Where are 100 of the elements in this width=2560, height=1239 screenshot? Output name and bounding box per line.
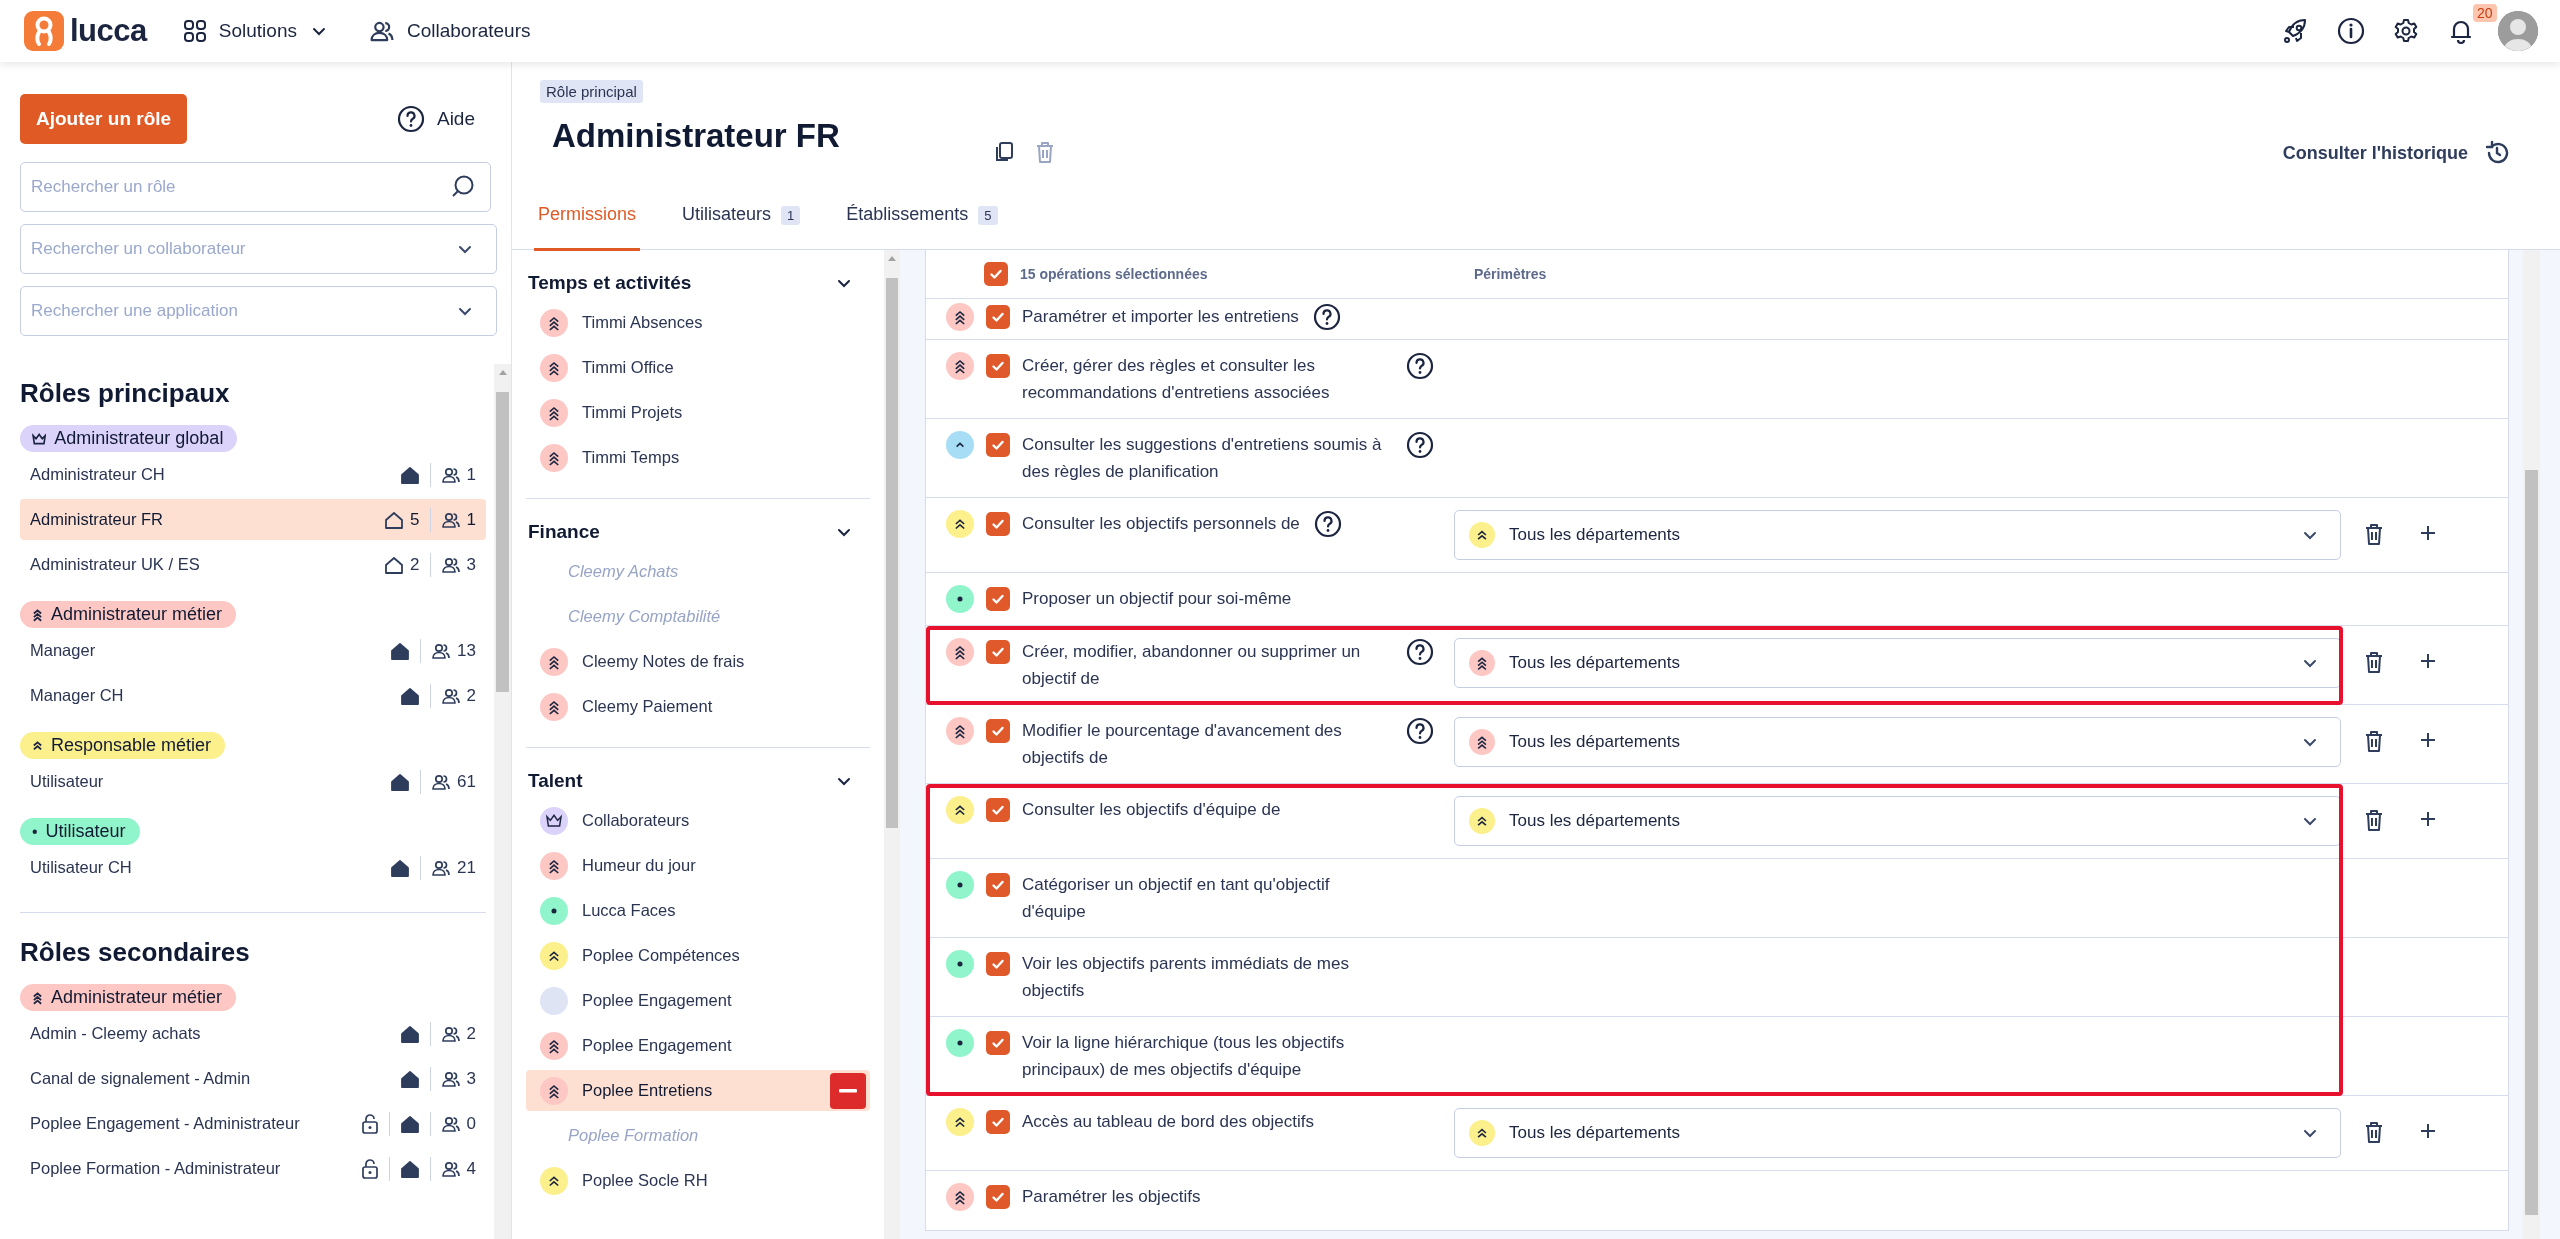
home-icon (399, 1068, 420, 1089)
history-link[interactable]: Consulter l'historique (2282, 140, 2510, 166)
checkbox[interactable] (986, 798, 1010, 822)
nav-link[interactable]: Solutions (182, 19, 329, 43)
add-role-button[interactable]: Ajouter un rôle (20, 94, 188, 144)
level-icon (946, 950, 974, 978)
checkbox[interactable] (986, 640, 1010, 664)
section-heading: Rôles secondaires (20, 937, 251, 968)
user-count: 2 (466, 1023, 476, 1044)
application-item[interactable]: Collaborateurs (526, 800, 870, 841)
application-item[interactable]: Poplee Entretiens (526, 1070, 870, 1111)
checkbox[interactable] (986, 587, 1010, 611)
arrow-up-icon (887, 254, 897, 262)
home-icon (390, 771, 411, 792)
tab-count: 1 (781, 206, 801, 225)
scope-select[interactable]: Tous les départements (1454, 1108, 2341, 1158)
role-item[interactable]: Utilisateur 61 (20, 761, 486, 802)
checkbox[interactable] (986, 1110, 1010, 1134)
level-icon (540, 1031, 568, 1060)
application-item[interactable]: Cleemy Notes de frais (526, 641, 870, 682)
help-icon[interactable] (1406, 352, 1434, 380)
application-item[interactable]: Timmi Absences (526, 302, 870, 343)
user-count: 4 (466, 1158, 476, 1179)
role-item[interactable]: Administrateur UK / ES 2 3 (20, 544, 486, 585)
select-field[interactable]: Rechercher une application (20, 286, 497, 336)
level-icon (540, 806, 568, 835)
checkbox[interactable] (986, 354, 1010, 378)
checkbox[interactable] (986, 1031, 1010, 1055)
tab[interactable]: Permissions (534, 204, 641, 251)
role-item[interactable]: Manager CH 2 (20, 675, 486, 716)
level-icon (1469, 808, 1495, 834)
permission-label: Voir les objectifs parents immédiats de mes objectifs (1022, 953, 1350, 1002)
select-field[interactable]: Rechercher un collaborateur (20, 224, 497, 274)
search-field[interactable]: Rechercher un rôle (20, 162, 491, 212)
role-item[interactable]: Poplee Engagement - Administrateur 0 (20, 1103, 486, 1144)
application-item[interactable]: Poplee Compétences (526, 935, 870, 976)
role-item[interactable]: Manager 13 (20, 630, 486, 671)
checkbox[interactable] (986, 305, 1010, 329)
scope-select[interactable]: Tous les départements (1454, 717, 2341, 767)
role-item[interactable]: Admin - Cleemy achats 2 (20, 1013, 486, 1054)
application-item[interactable]: Timmi Office (526, 347, 870, 388)
tab[interactable]: Utilisateurs 1 (678, 204, 805, 251)
help-link[interactable]: Aide (396, 105, 491, 133)
application-item[interactable]: Poplee Engagement (526, 980, 870, 1021)
trash-icon (2363, 522, 2385, 546)
info-button[interactable] (2336, 16, 2366, 46)
checkbox[interactable] (986, 1185, 1010, 1209)
application-item[interactable]: Timmi Temps (526, 437, 870, 478)
role-item[interactable]: Poplee Formation - Administrateur 4 (20, 1148, 486, 1189)
role-item[interactable]: Administrateur FR 5 1 (20, 499, 486, 540)
help-icon[interactable] (1406, 717, 1434, 745)
scope-select[interactable]: Tous les départements (1454, 796, 2341, 846)
delete-button[interactable] (2363, 808, 2385, 832)
checkbox[interactable] (984, 262, 1008, 286)
application-item[interactable]: Lucca Faces (526, 890, 870, 931)
role-item[interactable]: Utilisateur CH 21 (20, 847, 486, 888)
role-type-badge: Administrateur global (20, 425, 238, 452)
delete-button[interactable] (2363, 522, 2385, 546)
permission-label: Créer, modifier, abandonner ou supprimer un objectif de (1022, 641, 1362, 690)
grid-icon (182, 19, 207, 43)
help-icon[interactable] (1406, 431, 1434, 459)
selection-count: 15 opérations sélectionnées (1020, 266, 1209, 282)
tab-count: 5 (978, 206, 998, 225)
application-item[interactable]: Poplee Socle RH (526, 1160, 870, 1201)
application-item[interactable]: Poplee Engagement (526, 1025, 870, 1066)
checkbox[interactable] (986, 719, 1010, 743)
scope-select[interactable]: Tous les départements (1454, 638, 2341, 688)
nav-link[interactable]: Collaborateurs (368, 18, 531, 44)
level-icon (32, 828, 38, 835)
role-item[interactable]: Administrateur CH 1 (20, 454, 486, 495)
permission-label: Accès au tableau de bord des objectifs (1022, 1111, 1315, 1133)
delete-button[interactable] (2363, 729, 2385, 753)
application-item[interactable]: Humeur du jour (526, 845, 870, 886)
help-icon[interactable] (1313, 510, 1342, 538)
checkbox[interactable] (986, 952, 1010, 976)
level-icon (540, 1166, 568, 1195)
scope-select[interactable]: Tous les départements (1454, 510, 2341, 560)
avatar[interactable] (2498, 11, 2538, 51)
level-icon (32, 989, 43, 1006)
checkbox[interactable] (986, 433, 1010, 457)
level-icon (540, 986, 568, 1015)
application-item[interactable]: Cleemy Paiement (526, 686, 870, 727)
user-count: 13 (457, 640, 476, 661)
checkbox[interactable] (986, 873, 1010, 897)
role-item[interactable]: Canal de signalement - Admin 3 (20, 1058, 486, 1099)
help-icon[interactable] (1406, 638, 1434, 666)
history-icon (2484, 140, 2510, 166)
user-count: 21 (457, 857, 476, 878)
application-item[interactable]: Timmi Projets (526, 392, 870, 433)
site-count: 2 (410, 554, 420, 575)
level-icon (32, 740, 43, 751)
remove-button[interactable] (830, 1072, 866, 1109)
help-icon[interactable] (1312, 303, 1341, 331)
tab[interactable]: Établissements 5 (842, 204, 1002, 251)
home-icon (399, 1023, 420, 1044)
delete-button[interactable] (2363, 650, 2385, 674)
checkbox[interactable] (986, 512, 1010, 536)
level-icon (540, 443, 568, 472)
settings-icon (2392, 17, 2420, 45)
delete-button[interactable] (2363, 1120, 2385, 1144)
